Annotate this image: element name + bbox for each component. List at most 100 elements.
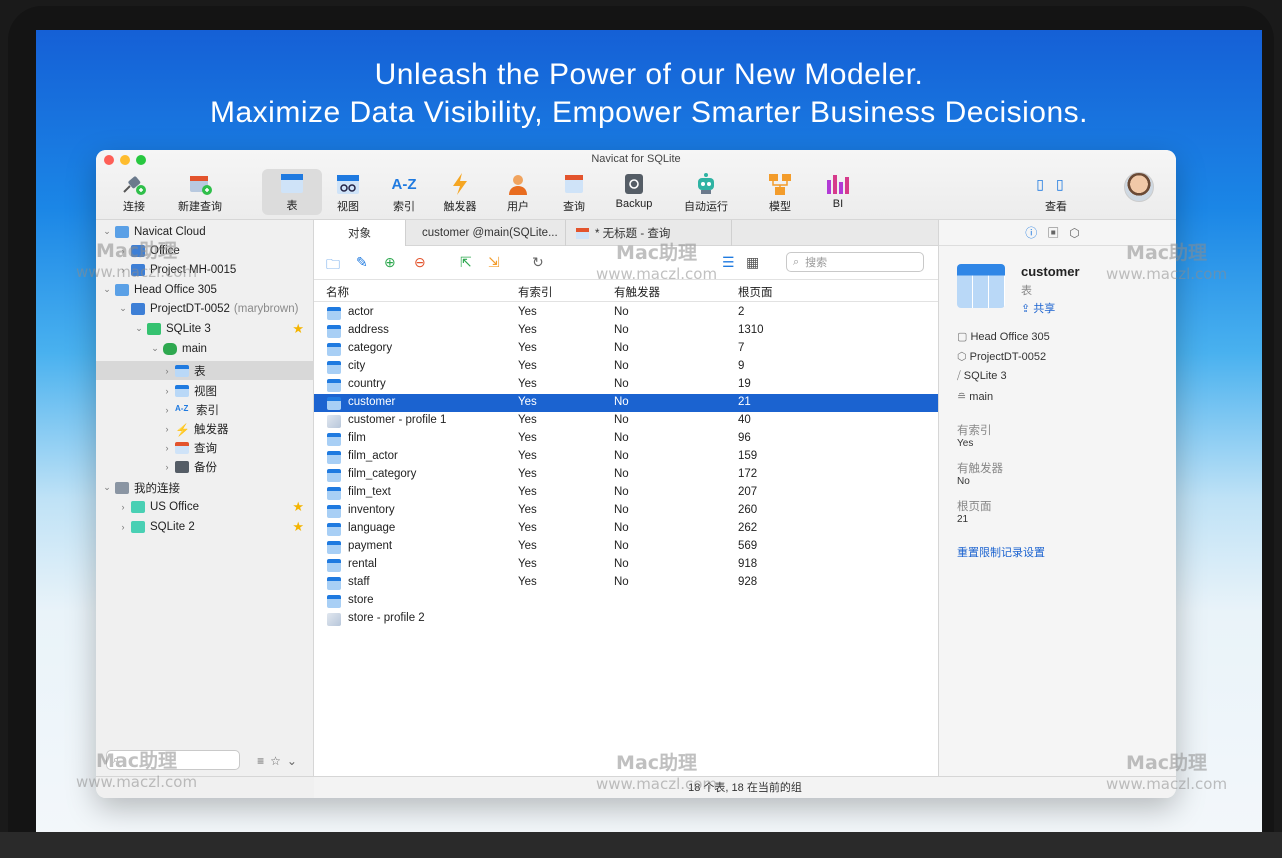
- sqlite-icon: [131, 520, 145, 533]
- user-avatar[interactable]: [1124, 172, 1154, 202]
- toolbar-view-label: 视图: [337, 201, 359, 213]
- tree-item-project-mh-0015[interactable]: › Project MH-0015: [96, 260, 314, 279]
- table-row[interactable]: language Yes No 262: [314, 520, 938, 538]
- tree-item-tables[interactable]: › 表: [96, 361, 314, 380]
- tab-untitled-query[interactable]: * 无标题 - 查询: [566, 220, 732, 246]
- col-has-index-header[interactable]: 有索引: [518, 284, 553, 300]
- toolbar-trigger-button[interactable]: 触发器: [430, 170, 490, 214]
- star-icon[interactable]: ★: [292, 499, 304, 515]
- open-folder-icon[interactable]: 🗀: [326, 254, 340, 278]
- grid-view-icon[interactable]: ▦: [746, 254, 759, 271]
- col-name-header[interactable]: 名称: [326, 284, 349, 300]
- table-row[interactable]: category Yes No 7: [314, 340, 938, 358]
- col-root-page-header[interactable]: 根页面: [738, 284, 773, 300]
- table-row[interactable]: rental Yes No 918: [314, 556, 938, 574]
- cell-name: film_category: [348, 468, 417, 480]
- tree-item-sqlite-3[interactable]: ⌄ SQLite 3 ★: [96, 319, 314, 338]
- tree-item-us-office[interactable]: › US Office ★: [96, 497, 314, 516]
- info-icon[interactable]: ⓘ: [1025, 226, 1047, 240]
- cell-root-page: 9: [738, 360, 745, 372]
- tree-item-sqlite-2[interactable]: › SQLite 2 ★: [96, 517, 314, 536]
- toolbar-new-query-button[interactable]: 新建查询: [170, 170, 230, 214]
- ddl-icon[interactable]: ▣: [1047, 226, 1069, 240]
- tree-item-triggers[interactable]: › ⚡ 触发器: [96, 419, 314, 438]
- hexagon-icon[interactable]: ⬡: [1069, 226, 1089, 240]
- table-row[interactable]: country Yes No 19: [314, 376, 938, 394]
- table-icon: [327, 379, 341, 392]
- detail-tabs[interactable]: ⓘ▣⬡: [939, 220, 1176, 246]
- import-icon[interactable]: ⇱: [460, 254, 472, 271]
- toolbar-view-button[interactable]: 视图: [318, 170, 378, 214]
- toolbar-bi-button[interactable]: BI: [808, 170, 868, 210]
- edit-pencil-icon[interactable]: ✎: [356, 254, 368, 271]
- cell-name: film_text: [348, 486, 391, 498]
- refresh-icon[interactable]: ↻: [532, 254, 544, 271]
- table-row[interactable]: store - profile 2: [314, 610, 938, 628]
- laptop-base: [0, 832, 1282, 858]
- table-row[interactable]: film_actor Yes No 159: [314, 448, 938, 466]
- toolbar-backup-button[interactable]: Backup: [604, 170, 664, 210]
- chevron-right-icon: ›: [165, 404, 169, 415]
- table-row[interactable]: address Yes No 1310: [314, 322, 938, 340]
- tree-item-label: ProjectDT-0052: [150, 302, 230, 315]
- cell-root-page: 207: [738, 486, 758, 498]
- list-view-icon[interactable]: ☰: [722, 254, 735, 271]
- tree-item-office[interactable]: › Office: [96, 241, 314, 260]
- table-row[interactable]: film_text Yes No 207: [314, 484, 938, 502]
- object-search-input[interactable]: ⌕ 搜索: [786, 252, 924, 272]
- cell-has-trigger: No: [614, 522, 629, 534]
- table-row[interactable]: customer Yes No 21: [314, 394, 938, 412]
- cell-name: staff: [348, 576, 370, 588]
- cell-has-index: Yes: [518, 414, 537, 426]
- toolbar-table-button[interactable]: 表: [262, 169, 322, 215]
- project-icon: [131, 263, 145, 276]
- reset-limit-link[interactable]: 重置限制记录设置: [957, 544, 1045, 560]
- export-icon[interactable]: ⇲: [488, 254, 500, 271]
- cell-has-trigger: No: [614, 450, 629, 462]
- toolbar-model-button[interactable]: 模型: [750, 170, 810, 214]
- table-row[interactable]: customer - profile 1 Yes No 40: [314, 412, 938, 430]
- star-icon[interactable]: ★: [292, 321, 304, 337]
- table-row[interactable]: film_category Yes No 172: [314, 466, 938, 484]
- star-icon[interactable]: ★: [292, 519, 304, 535]
- tree-item-projectdt-0052[interactable]: ⌄ ProjectDT-0052 (marybrown): [96, 299, 314, 318]
- tree-item-head-office[interactable]: ⌄ Head Office 305: [96, 280, 314, 299]
- table-row[interactable]: inventory Yes No 260: [314, 502, 938, 520]
- tab-objects[interactable]: 对象: [314, 220, 406, 246]
- toolbar-query-button[interactable]: 查询: [544, 170, 604, 214]
- table-row[interactable]: film Yes No 96: [314, 430, 938, 448]
- table-row[interactable]: payment Yes No 569: [314, 538, 938, 556]
- toolbar-view-toggle-button[interactable]: ▯▯ 查看: [1026, 170, 1086, 214]
- detail-field-label: 有触发器: [957, 463, 1003, 475]
- table-row[interactable]: staff Yes No 928: [314, 574, 938, 592]
- table-row[interactable]: actor Yes No 2: [314, 304, 938, 322]
- toolbar: Navicat for SQLite 连接 新建查询 表 视图 A-Z 索引 触…: [96, 150, 1176, 220]
- toolbar-user-button[interactable]: 用户: [488, 170, 548, 214]
- sidebar-search-input[interactable]: ⌕: [106, 750, 240, 770]
- tree-item-indexes[interactable]: › A-Z 索引: [96, 400, 314, 419]
- share-link[interactable]: ⇪ 共享: [1021, 300, 1055, 316]
- table-row[interactable]: city Yes No 9: [314, 358, 938, 376]
- toolbar-index-button[interactable]: A-Z 索引: [374, 170, 434, 214]
- tree-item-views[interactable]: › 视图: [96, 381, 314, 400]
- cell-name: category: [348, 342, 393, 354]
- tree-item-my-connections[interactable]: ⌄ 我的连接: [96, 478, 314, 497]
- cell-name: payment: [348, 540, 393, 552]
- table-row[interactable]: store: [314, 592, 938, 610]
- tree-item-main[interactable]: ⌄ main: [96, 339, 314, 358]
- toolbar-connect-button[interactable]: 连接: [104, 170, 164, 214]
- chevron-right-icon: ›: [121, 245, 125, 256]
- tab-customer-table[interactable]: customer @main(SQLite...: [406, 220, 566, 246]
- add-circle-icon[interactable]: ⊕: [384, 254, 396, 271]
- tree-item-backups[interactable]: › 备份: [96, 457, 314, 476]
- remove-circle-icon[interactable]: ⊖: [414, 254, 426, 271]
- tree-item-navicat-cloud[interactable]: ⌄ Navicat Cloud: [96, 222, 314, 241]
- tree-item-queries[interactable]: › 查询: [96, 438, 314, 457]
- sidebar-filter-tools[interactable]: ≡☆⌄: [257, 754, 303, 768]
- plug-icon: [104, 170, 164, 198]
- cell-has-trigger: No: [614, 414, 629, 426]
- backup-icon: [175, 460, 189, 473]
- cell-has-index: Yes: [518, 432, 537, 444]
- toolbar-automation-button[interactable]: 自动运行: [676, 170, 736, 214]
- col-has-trigger-header[interactable]: 有触发器: [614, 284, 660, 300]
